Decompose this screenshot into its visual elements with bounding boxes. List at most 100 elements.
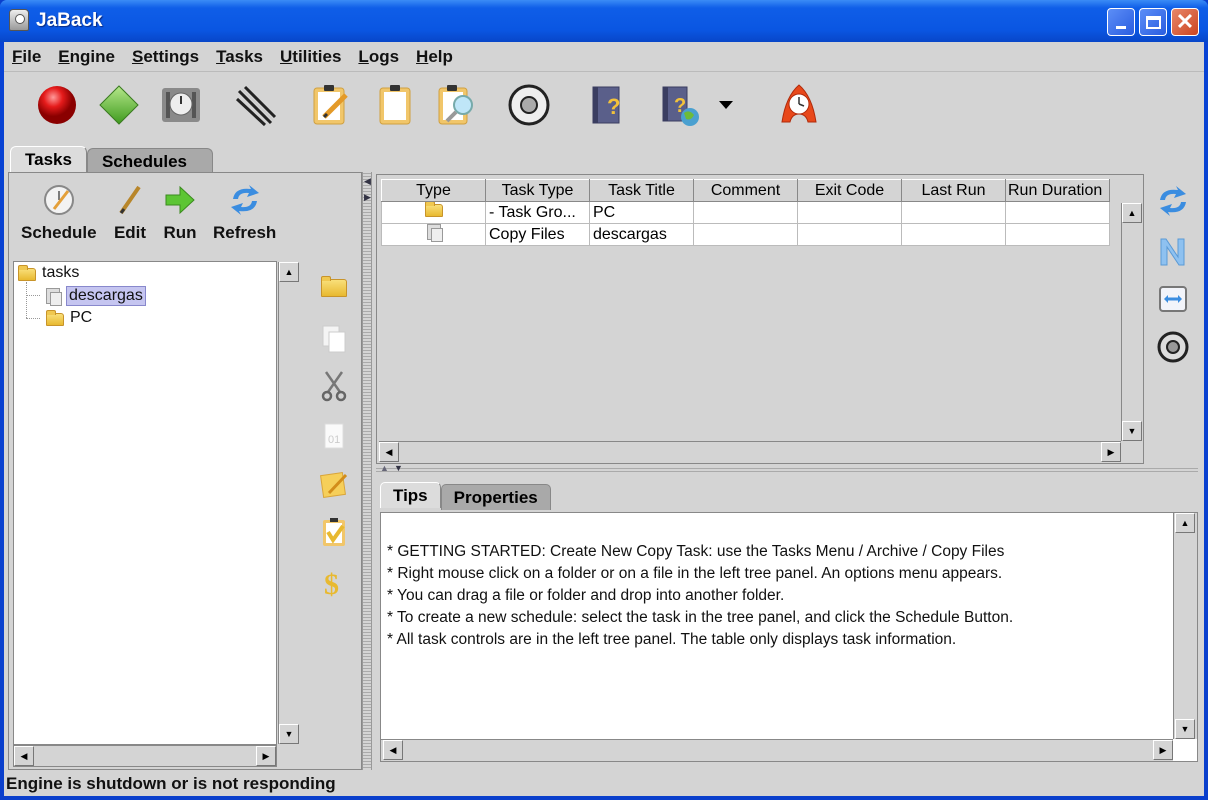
expand-down-arrow-icon[interactable]: ▼ bbox=[394, 463, 403, 473]
menu-tasks[interactable]: Tasks bbox=[216, 47, 263, 67]
settings-disc-button[interactable] bbox=[506, 82, 552, 128]
run-duration-cell bbox=[1005, 201, 1110, 224]
minimize-icon bbox=[1116, 25, 1126, 29]
scroll-down-button[interactable]: ▼ bbox=[1175, 719, 1195, 739]
folder-icon bbox=[424, 202, 443, 217]
tab-schedules[interactable]: Schedules bbox=[86, 148, 213, 174]
edit-note-button[interactable] bbox=[319, 469, 349, 499]
collapse-left-arrow-icon[interactable]: ◀ bbox=[364, 176, 371, 187]
scroll-down-button[interactable]: ▼ bbox=[279, 724, 299, 744]
tab-tips[interactable]: Tips bbox=[380, 482, 441, 508]
dollar-button[interactable]: $ bbox=[319, 567, 349, 598]
scroll-up-button[interactable]: ▲ bbox=[279, 262, 299, 282]
column-header-comment[interactable]: Comment bbox=[693, 179, 798, 202]
task-tree[interactable]: tasks descargas PC ▲ ▼ bbox=[13, 261, 300, 745]
edit-label: Edit bbox=[113, 223, 147, 242]
tab-tasks[interactable]: Tasks bbox=[10, 146, 87, 172]
scroll-up-button[interactable]: ▲ bbox=[1175, 513, 1195, 533]
scroll-left-button[interactable]: ◀ bbox=[379, 442, 399, 462]
fit-columns-button[interactable] bbox=[1156, 282, 1190, 316]
tree-vertical-scrollbar[interactable]: ▲ ▼ bbox=[278, 262, 300, 744]
maximize-button[interactable] bbox=[1139, 8, 1167, 36]
settings-disc-icon bbox=[508, 84, 550, 126]
tree-line bbox=[26, 295, 40, 296]
task-tree-panel: Schedule Edit Run Refresh tasks descarga… bbox=[8, 172, 362, 770]
collapse-up-arrow-icon[interactable]: ▲ bbox=[380, 463, 389, 473]
scroll-left-button[interactable]: ◀ bbox=[14, 746, 34, 766]
column-header-type[interactable]: Type bbox=[381, 179, 486, 202]
edit-button[interactable]: Edit bbox=[113, 183, 147, 243]
alarm-button[interactable] bbox=[776, 82, 822, 128]
comment-cell bbox=[693, 223, 798, 246]
minimize-button[interactable] bbox=[1107, 8, 1135, 36]
online-help-dropdown[interactable] bbox=[716, 82, 736, 128]
menu-settings[interactable]: Settings bbox=[132, 47, 199, 67]
copy-button[interactable] bbox=[319, 323, 349, 353]
scheduler-button[interactable] bbox=[158, 82, 204, 128]
task-type-cell: Copy Files bbox=[485, 223, 590, 246]
refresh-button[interactable]: Refresh bbox=[213, 183, 276, 243]
close-button[interactable]: ✕ bbox=[1171, 8, 1199, 36]
menu-bar: File Engine Settings Tasks Utilities Log… bbox=[4, 42, 1204, 72]
column-header-exit-code[interactable]: Exit Code bbox=[797, 179, 902, 202]
scroll-right-button[interactable]: ▶ bbox=[1153, 740, 1173, 760]
column-header-task-title[interactable]: Task Title bbox=[589, 179, 694, 202]
tips-vertical-scrollbar[interactable]: ▲ ▼ bbox=[1173, 513, 1197, 739]
edit-task-button[interactable] bbox=[308, 82, 354, 128]
help-button[interactable]: ? bbox=[582, 82, 628, 128]
cut-button[interactable] bbox=[319, 371, 349, 402]
run-duration-cell bbox=[1005, 223, 1110, 246]
sort-button[interactable] bbox=[1156, 234, 1190, 268]
table-row[interactable]: Copy Files descargas bbox=[381, 223, 1110, 246]
paste-button[interactable]: 01 bbox=[319, 421, 349, 451]
column-header-task-type[interactable]: Task Type bbox=[485, 179, 590, 202]
table-row[interactable]: - Task Gro... PC bbox=[381, 201, 1110, 224]
exit-code-cell bbox=[797, 201, 902, 224]
table-header-row: Type Task Type Task Title Comment Exit C… bbox=[381, 179, 1110, 202]
table-horizontal-scrollbar[interactable]: ◀ ▶ bbox=[379, 441, 1121, 463]
menu-logs[interactable]: Logs bbox=[358, 47, 399, 67]
new-folder-button[interactable] bbox=[319, 273, 349, 303]
title-bar[interactable]: JaBack ✕ bbox=[0, 0, 1208, 42]
last-run-cell bbox=[901, 223, 1006, 246]
tree-item-pc[interactable]: PC bbox=[46, 309, 92, 327]
check-clipboard-button[interactable] bbox=[319, 517, 349, 547]
menu-engine[interactable]: Engine bbox=[58, 47, 115, 67]
run-button[interactable]: Run bbox=[163, 183, 197, 243]
link-button[interactable] bbox=[234, 82, 280, 128]
task-type-cell: - Task Gro... bbox=[485, 201, 590, 224]
vertical-splitter[interactable]: ◀ ▶ bbox=[362, 172, 372, 770]
scroll-right-button[interactable]: ▶ bbox=[256, 746, 276, 766]
scroll-left-button[interactable]: ◀ bbox=[383, 740, 403, 760]
tree-horizontal-scrollbar[interactable]: ◀ ▶ bbox=[13, 745, 277, 767]
stop-engine-button[interactable] bbox=[34, 82, 80, 128]
tree-root[interactable]: tasks bbox=[18, 264, 79, 282]
scroll-right-button[interactable]: ▶ bbox=[1101, 442, 1121, 462]
schedule-button[interactable]: Schedule bbox=[21, 183, 97, 243]
tree-item-descargas[interactable]: descargas bbox=[46, 286, 146, 306]
menu-utilities[interactable]: Utilities bbox=[280, 47, 341, 67]
menu-help[interactable]: Help bbox=[416, 47, 453, 67]
disc-button[interactable] bbox=[1156, 330, 1190, 364]
new-task-button[interactable] bbox=[372, 82, 418, 128]
scroll-up-button[interactable]: ▲ bbox=[1122, 203, 1142, 223]
column-header-run-duration[interactable]: Run Duration bbox=[1005, 179, 1110, 202]
column-header-last-run[interactable]: Last Run bbox=[901, 179, 1006, 202]
online-help-button[interactable]: ? bbox=[656, 82, 702, 128]
tips-horizontal-scrollbar[interactable]: ◀ ▶ bbox=[381, 739, 1173, 761]
application-window: JaBack ✕ File Engine Settings Tasks Util… bbox=[0, 0, 1208, 800]
expand-right-arrow-icon[interactable]: ▶ bbox=[364, 192, 371, 203]
tab-properties[interactable]: Properties bbox=[440, 484, 551, 510]
run-label: Run bbox=[163, 223, 197, 242]
scroll-down-button[interactable]: ▼ bbox=[1122, 421, 1142, 441]
find-task-button[interactable] bbox=[434, 82, 480, 128]
table-vertical-scrollbar[interactable]: ▲ ▼ bbox=[1121, 203, 1143, 441]
refresh-table-button[interactable] bbox=[1156, 184, 1190, 218]
task-title-cell: descargas bbox=[589, 223, 694, 246]
start-engine-button[interactable] bbox=[96, 82, 142, 128]
window-title: JaBack bbox=[36, 10, 103, 31]
menu-file[interactable]: File bbox=[12, 47, 41, 67]
green-arrow-icon bbox=[165, 185, 195, 215]
horizontal-splitter[interactable]: ▲ ▼ bbox=[376, 463, 1198, 474]
type-cell bbox=[381, 201, 486, 224]
